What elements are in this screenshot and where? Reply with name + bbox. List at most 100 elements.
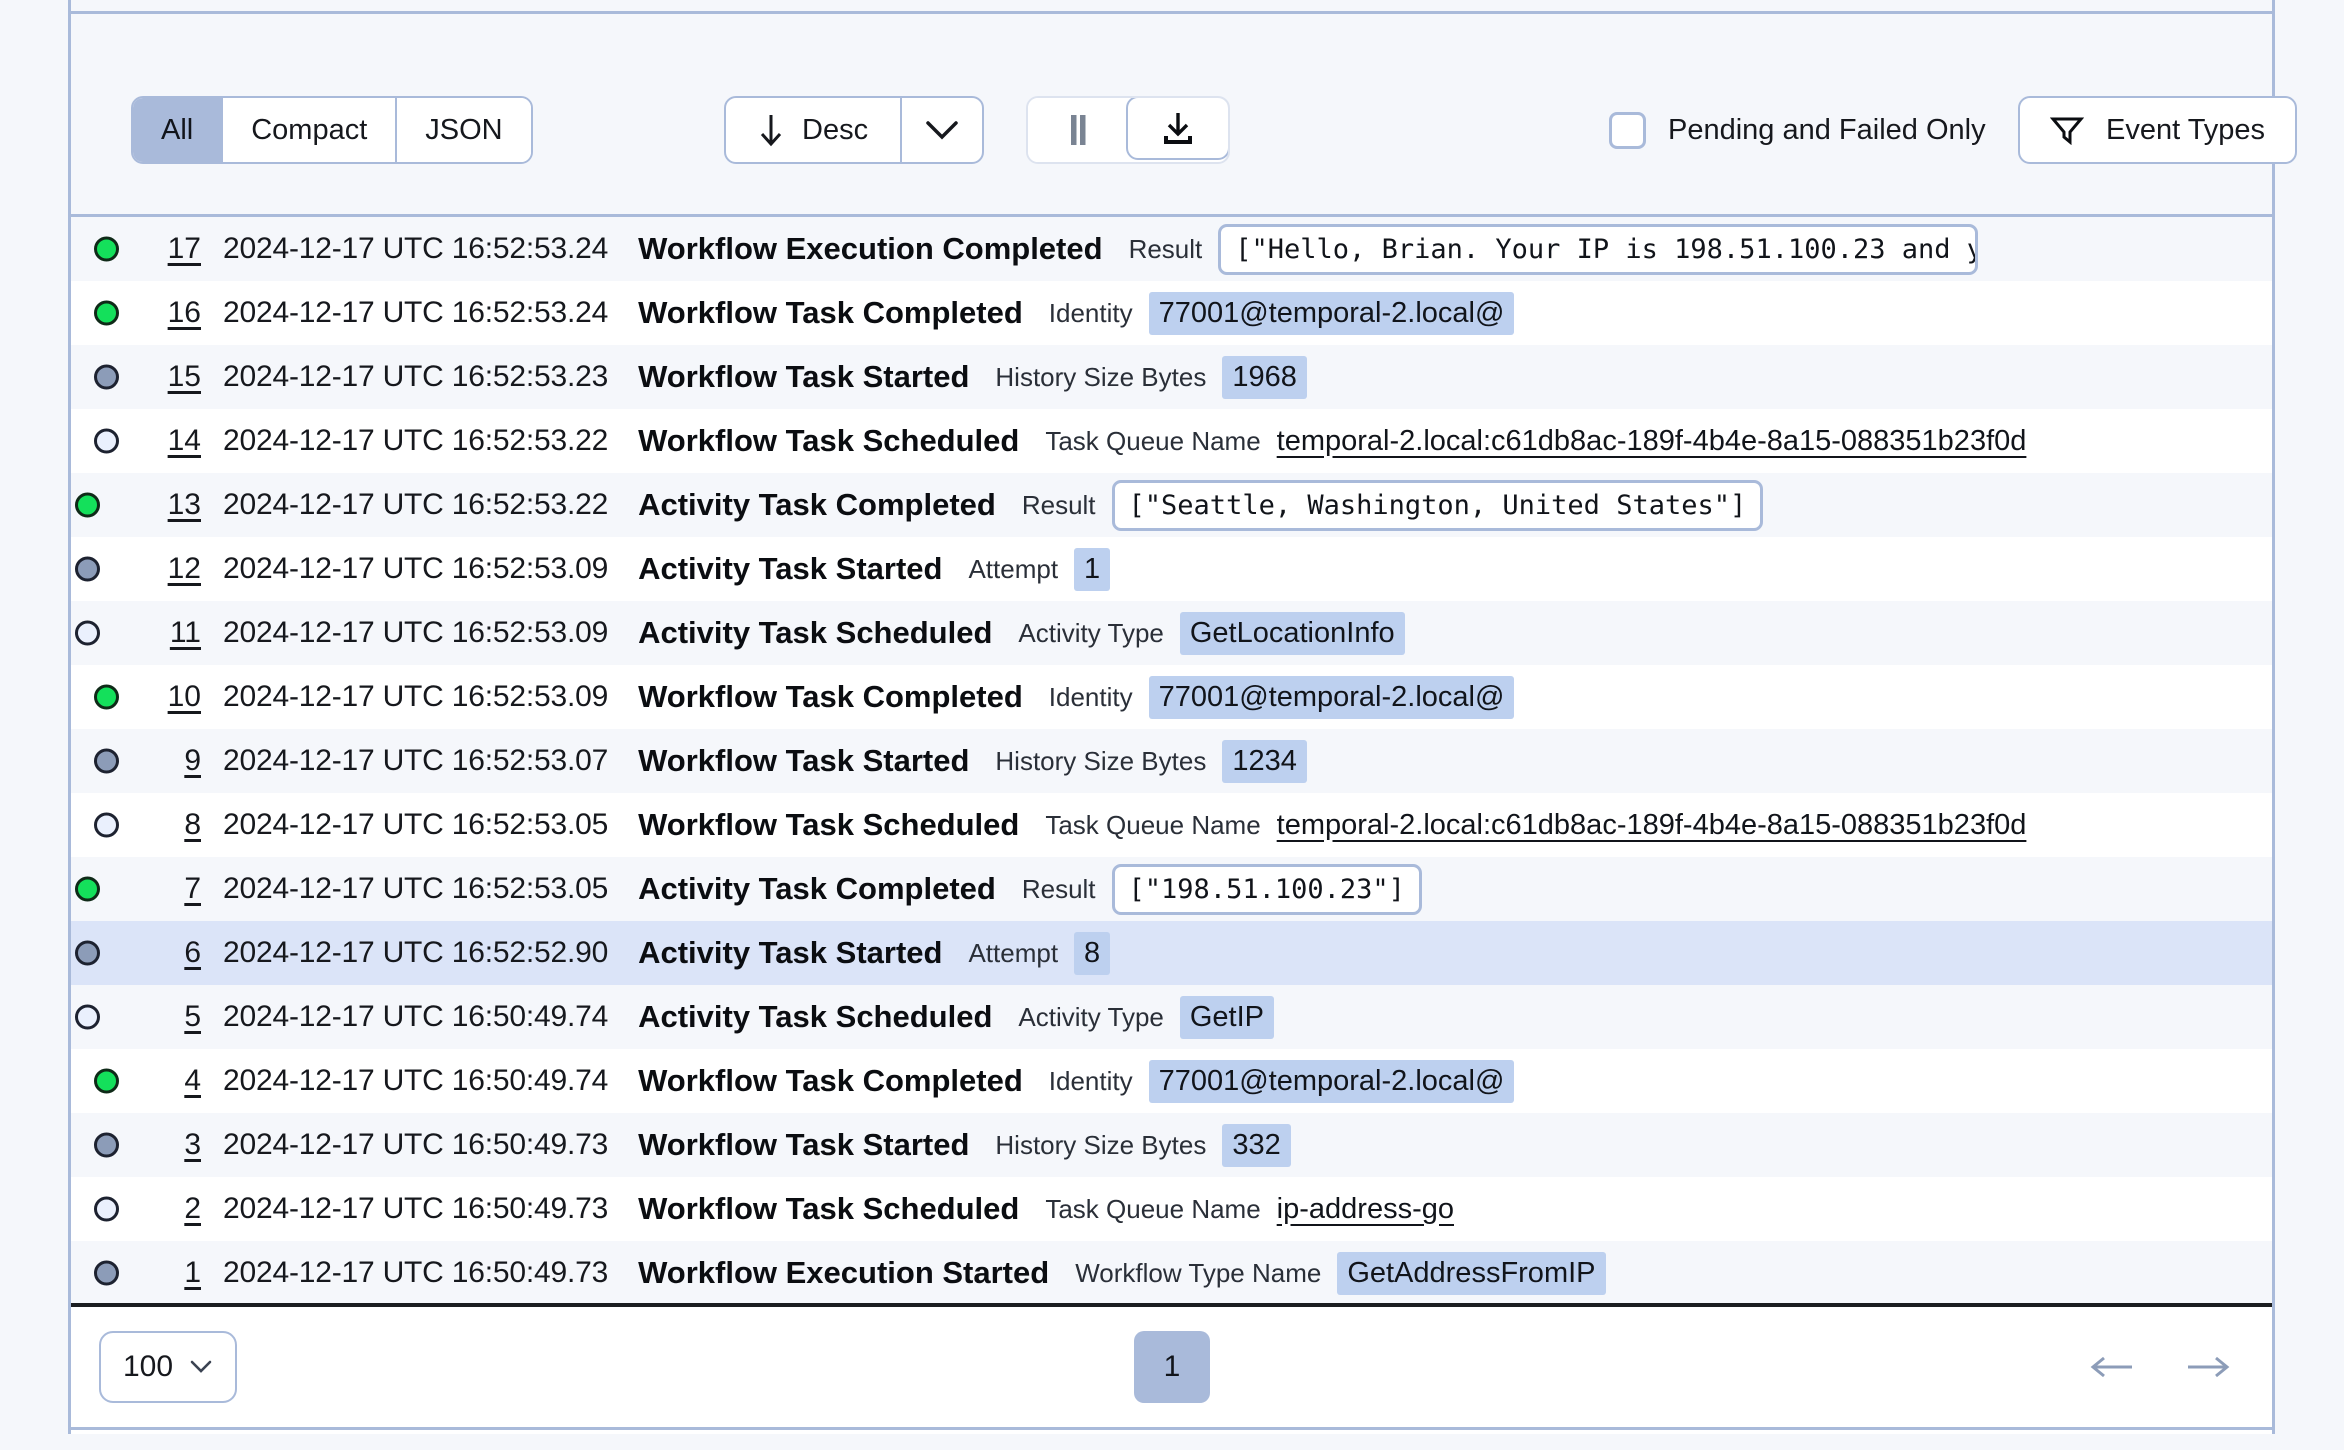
event-attribute-label: Workflow Type Name — [1075, 1258, 1321, 1289]
timeline-dot-green — [94, 237, 119, 262]
event-type-name: Activity Task Completed — [638, 871, 996, 907]
event-type-name: Activity Task Scheduled — [638, 615, 992, 651]
timeline-dot-grey — [75, 941, 100, 966]
event-id-link[interactable]: 2 — [149, 1192, 201, 1226]
event-attribute-value: 1968 — [1222, 356, 1307, 399]
timeline-dot-green — [75, 493, 100, 518]
event-types-button[interactable]: Event Types — [2018, 96, 2297, 164]
event-timestamp: 2024-12-17 UTC 16:52:53.09 — [223, 552, 608, 586]
page-size-select[interactable]: 100 — [99, 1331, 237, 1403]
event-attribute-label: Identity — [1049, 1066, 1133, 1097]
table-row[interactable]: 8 2024-12-17 UTC 16:52:53.05 Workflow Task… — [71, 793, 2272, 857]
timeline-dot-green — [94, 1069, 119, 1094]
pagination-arrows — [2088, 1353, 2232, 1381]
sort-control[interactable]: Desc — [724, 96, 984, 164]
table-row[interactable]: 62024-12-17 UTC 16:52:52.90Activity Task… — [71, 921, 2272, 985]
event-attribute-value: 77001@temporal-2.local@ — [1149, 292, 1515, 335]
event-attribute-label: Identity — [1049, 298, 1133, 329]
event-id-link[interactable]: 3 — [149, 1128, 201, 1162]
arrow-right-icon[interactable] — [2184, 1353, 2232, 1381]
event-id-link[interactable]: 10 — [149, 680, 201, 714]
table-row[interactable]: 12 2024-12-17 UTC 16:52:53.09 Activity Tas… — [71, 537, 2272, 601]
table-row[interactable]: 172024-12-17 UTC 16:52:53.24Workflow Exe… — [71, 217, 2272, 281]
event-id-link[interactable]: 9 — [149, 744, 201, 778]
event-id-link[interactable]: 14 — [149, 424, 201, 458]
event-id-link[interactable]: 16 — [149, 296, 201, 330]
event-id-link[interactable]: 11 — [149, 616, 201, 650]
table-row[interactable]: 72024-12-17 UTC 16:52:53.05Activity Task… — [71, 857, 2272, 921]
event-history-list: 172024-12-17 UTC 16:52:53.24Workflow Exe… — [71, 217, 2272, 1307]
event-type-name: Workflow Task Started — [638, 1127, 969, 1163]
arrow-left-icon[interactable] — [2088, 1353, 2136, 1381]
event-id-link[interactable]: 4 — [149, 1064, 201, 1098]
event-timestamp: 2024-12-17 UTC 16:52:53.09 — [223, 680, 608, 714]
table-row[interactable]: 10 2024-12-17 UTC 16:52:53.09 Workflow Tas… — [71, 665, 2272, 729]
sort-direction-button[interactable]: Desc — [726, 98, 902, 162]
table-row[interactable]: 3 2024-12-17 UTC 16:50:49.73 Workflow Task… — [71, 1113, 2272, 1177]
page-number-1[interactable]: 1 — [1134, 1331, 1210, 1403]
sort-dropdown-button[interactable] — [902, 98, 982, 162]
pending-failed-only-checkbox-row[interactable]: Pending and Failed Only — [1609, 112, 1986, 149]
timeline-dot-green — [94, 685, 119, 710]
event-timestamp: 2024-12-17 UTC 16:50:49.74 — [223, 1064, 608, 1098]
view-mode-all[interactable]: All — [133, 98, 223, 162]
event-attribute-label: Result — [1129, 234, 1203, 265]
event-id-link[interactable]: 13 — [149, 488, 201, 522]
table-row[interactable]: 22024-12-17 UTC 16:50:49.73Workflow Task… — [71, 1177, 2272, 1241]
view-mode-json[interactable]: JSON — [397, 98, 530, 162]
event-type-name: Activity Task Scheduled — [638, 999, 992, 1035]
event-id-link[interactable]: 5 — [149, 1000, 201, 1034]
event-timestamp: 2024-12-17 UTC 16:50:49.73 — [223, 1256, 608, 1290]
view-mode-segmented-control[interactable]: All Compact JSON — [131, 96, 533, 164]
event-attribute-label: Identity — [1049, 682, 1133, 713]
table-row[interactable]: 52024-12-17 UTC 16:50:49.74Activity Task… — [71, 985, 2272, 1049]
event-attribute-value: 8 — [1074, 932, 1110, 975]
table-row[interactable]: 132024-12-17 UTC 16:52:53.22Activity Tas… — [71, 473, 2272, 537]
event-id-link[interactable]: 12 — [149, 552, 201, 586]
table-row[interactable]: 15 2024-12-17 UTC 16:52:53.23 Workflow Tas… — [71, 345, 2272, 409]
event-attribute-value: ["198.51.100.23"] — [1112, 864, 1422, 915]
event-timestamp: 2024-12-17 UTC 16:52:53.05 — [223, 808, 608, 842]
event-id-link[interactable]: 8 — [149, 808, 201, 842]
view-mode-compact[interactable]: Compact — [223, 98, 397, 162]
timeline-dot-grey — [75, 557, 100, 582]
event-type-name: Workflow Task Started — [638, 359, 969, 395]
event-attribute-label: Activity Type — [1018, 1002, 1163, 1033]
event-timestamp: 2024-12-17 UTC 16:52:53.22 — [223, 488, 608, 522]
pending-failed-only-checkbox[interactable] — [1609, 112, 1646, 149]
event-types-label: Event Types — [2106, 114, 2265, 147]
event-attribute-value[interactable]: temporal-2.local:c61db8ac-189f-4b4e-8a15… — [1277, 809, 2027, 842]
download-button[interactable] — [1126, 96, 1230, 160]
pause-button[interactable] — [1028, 98, 1128, 162]
timeline-dot-grey — [94, 1133, 119, 1158]
timeline-dot-grey — [94, 749, 119, 774]
event-type-name: Workflow Task Completed — [638, 679, 1023, 715]
event-id-link[interactable]: 7 — [149, 872, 201, 906]
event-attribute-value: GetAddressFromIP — [1337, 1252, 1605, 1295]
table-row[interactable]: 92024-12-17 UTC 16:52:53.07Workflow Task… — [71, 729, 2272, 793]
event-attribute-value: 77001@temporal-2.local@ — [1149, 676, 1515, 719]
event-type-name: Workflow Task Scheduled — [638, 807, 1019, 843]
timeline-dot-hollow — [94, 813, 119, 838]
event-id-link[interactable]: 1 — [149, 1256, 201, 1290]
event-timestamp: 2024-12-17 UTC 16:50:49.73 — [223, 1128, 608, 1162]
event-type-name: Workflow Task Completed — [638, 1063, 1023, 1099]
table-row[interactable]: 12024-12-17 UTC 16:50:49.73Workflow Exec… — [71, 1241, 2272, 1305]
event-timestamp: 2024-12-17 UTC 16:52:53.23 — [223, 360, 608, 394]
table-row[interactable]: 4 2024-12-17 UTC 16:50:49.74 Workflow Task… — [71, 1049, 2272, 1113]
event-type-name: Activity Task Started — [638, 551, 942, 587]
table-row[interactable]: 162024-12-17 UTC 16:52:53.24Workflow Tas… — [71, 281, 2272, 345]
table-row[interactable]: 112024-12-17 UTC 16:52:53.09Activity Tas… — [71, 601, 2272, 665]
event-attribute-label: Task Queue Name — [1045, 1194, 1260, 1225]
table-row[interactable]: 142024-12-17 UTC 16:52:53.22Workflow Tas… — [71, 409, 2272, 473]
event-id-link[interactable]: 15 — [149, 360, 201, 394]
event-attribute-value[interactable]: ip-address-go — [1277, 1193, 1454, 1226]
event-type-name: Activity Task Started — [638, 935, 942, 971]
event-attribute-label: Task Queue Name — [1045, 426, 1260, 457]
event-id-link[interactable]: 17 — [149, 232, 201, 266]
event-id-link[interactable]: 6 — [149, 936, 201, 970]
event-type-name: Workflow Task Scheduled — [638, 423, 1019, 459]
event-attribute-value[interactable]: temporal-2.local:c61db8ac-189f-4b4e-8a15… — [1277, 425, 2027, 458]
pagination-footer: 100 1 — [71, 1307, 2272, 1430]
playback-control-group[interactable] — [1026, 96, 1230, 164]
